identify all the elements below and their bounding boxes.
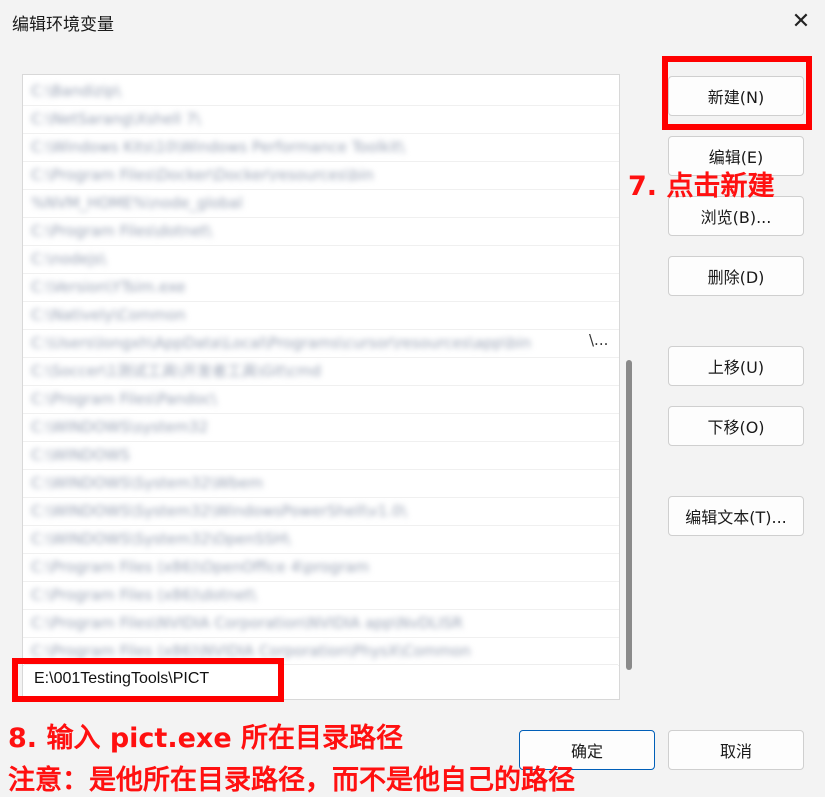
list-item[interactable]: C:\Program Files\dotnet\ bbox=[31, 217, 212, 245]
list-item[interactable]: C:\WINDOWS bbox=[31, 441, 130, 469]
list-item[interactable]: C:\Program Files (x86)\dotnet\ bbox=[31, 581, 256, 609]
list-item[interactable]: C:\Version\YTsim.exe bbox=[31, 273, 186, 301]
list-item[interactable]: C:\Program Files\Docker\Docker\resources… bbox=[31, 161, 374, 189]
list-item[interactable]: C:\Program Files (x86)\OpenOffice 4\prog… bbox=[31, 553, 369, 581]
list-item[interactable]: C:\WINDOWS\system32 bbox=[31, 413, 208, 441]
row-overflow-marker: \... bbox=[589, 331, 609, 349]
close-icon[interactable]: ✕ bbox=[787, 8, 815, 36]
annotation-step7: 7. 点击新建 bbox=[628, 171, 775, 202]
cancel-button[interactable]: 取消 bbox=[668, 730, 804, 770]
move-up-button[interactable]: 上移(U) bbox=[668, 346, 804, 386]
list-item[interactable]: C:\Program Files\Pandoc\ bbox=[31, 385, 217, 413]
new-button[interactable]: 新建(N) bbox=[668, 76, 804, 116]
scrollbar-thumb[interactable] bbox=[626, 360, 632, 670]
list-item[interactable]: C:\Soccer\1测试工具\开发者工具\Git\cmd bbox=[31, 357, 321, 385]
annotation-note: 注意：是他所在目录路径，而不是他自己的路径 bbox=[8, 765, 575, 796]
edit-text-button[interactable]: 编辑文本(T)... bbox=[668, 496, 804, 536]
list-item[interactable]: C:\Natively\Common bbox=[31, 301, 186, 329]
list-item[interactable]: C:\Program Files (x86)\NVIDIA Corporatio… bbox=[31, 637, 471, 665]
list-item[interactable]: C:\Users\longxh\AppData\Local\Programs\c… bbox=[31, 329, 531, 357]
list-item[interactable]: %NVM_HOME%\node_global bbox=[31, 189, 243, 217]
path-edit-input[interactable] bbox=[30, 668, 274, 690]
list-item[interactable]: C:\Windows Kits\10\Windows Performance T… bbox=[31, 133, 405, 161]
list-item[interactable]: C:\Program Files\NVIDIA Corporation\NVID… bbox=[31, 609, 463, 637]
path-list[interactable]: \... C:\Bandizip\ C:\NetSarang\Xshell 7\ C… bbox=[22, 74, 620, 700]
list-item[interactable]: C:\WINDOWS\System32\WindowsPowerShell\v1… bbox=[31, 497, 407, 525]
move-down-button[interactable]: 下移(O) bbox=[668, 406, 804, 446]
annotation-step8: 8. 输入 pict.exe 所在目录路径 bbox=[8, 723, 404, 754]
list-item[interactable]: C:\WINDOWS\System32\OpenSSH\ bbox=[31, 525, 290, 553]
list-item[interactable]: C:\nodejs\ bbox=[31, 245, 106, 273]
list-item[interactable]: C:\NetSarang\Xshell 7\ bbox=[31, 105, 201, 133]
list-item[interactable]: C:\Bandizip\ bbox=[31, 77, 121, 105]
row-separator bbox=[23, 245, 619, 246]
title-bar: 编辑环境变量 ✕ bbox=[0, 0, 825, 44]
delete-button[interactable]: 删除(D) bbox=[668, 256, 804, 296]
list-item[interactable]: C:\WINDOWS\System32\Wbem bbox=[31, 469, 263, 497]
window-title: 编辑环境变量 bbox=[12, 15, 114, 35]
